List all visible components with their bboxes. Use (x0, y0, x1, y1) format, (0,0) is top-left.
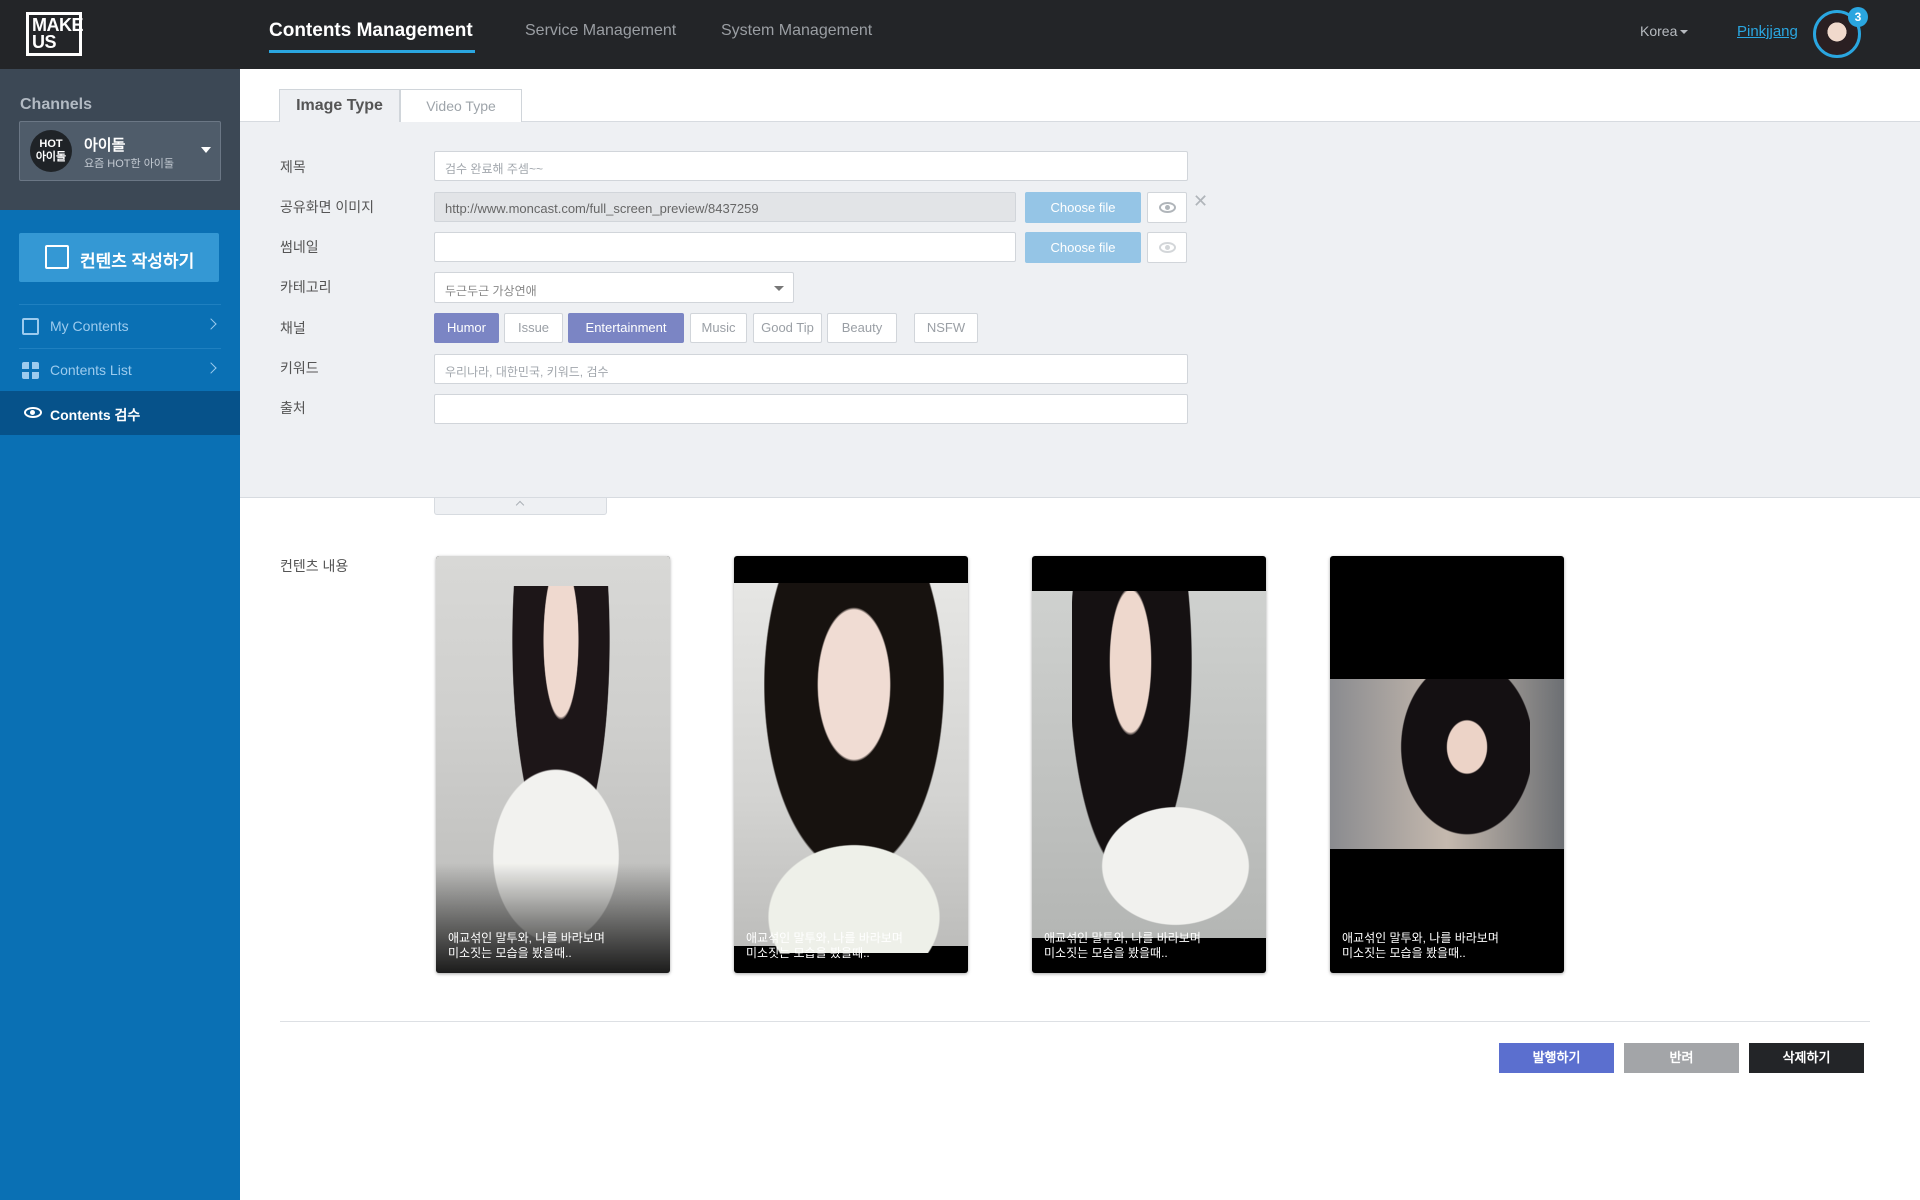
card-photo (1330, 679, 1564, 849)
publish-button[interactable]: 발행하기 (1499, 1043, 1614, 1073)
close-icon[interactable]: ✕ (1193, 192, 1209, 210)
thumbnail-label: 썸네일 (280, 239, 319, 255)
keyword-label: 키워드 (280, 360, 319, 376)
type-tabs-bar: Image Type Video Type (240, 69, 1920, 123)
channel-dropdown[interactable]: HOT 아이돌 아이돌 요즘 HOT한 아이돌 (19, 121, 221, 181)
chip-beauty[interactable]: Beauty (827, 313, 897, 343)
title-label: 제목 (280, 159, 306, 175)
chip-music[interactable]: Music (690, 313, 747, 343)
card-photo (1032, 591, 1266, 941)
delete-button[interactable]: 삭제하기 (1749, 1043, 1864, 1073)
choose-thumbnail-button[interactable]: Choose file (1025, 232, 1141, 263)
chevron-right-icon (205, 362, 217, 374)
share-image-url-field[interactable]: http://www.moncast.com/full_screen_previ… (434, 192, 1016, 222)
chevron-down-icon (774, 286, 784, 291)
language-label: Korea (1640, 23, 1678, 39)
share-image-label: 공유화면 이미지 (280, 199, 375, 215)
sidebar-item-label: Contents 검수 (50, 407, 141, 423)
sidebar-item-my-contents[interactable]: My Contents (19, 304, 221, 347)
actions-divider (280, 1021, 1870, 1022)
sidebar-item-contents-review[interactable]: Contents 검수 (0, 391, 240, 435)
grid-icon (22, 362, 39, 379)
keyword-input[interactable]: 우리나라, 대한민국, 키워드, 검수 (434, 354, 1188, 384)
chevron-down-icon (1680, 30, 1689, 35)
chip-good-tip[interactable]: Good Tip (753, 313, 822, 343)
category-value: 두근두근 가상연애 (445, 284, 537, 298)
write-content-button[interactable]: 컨텐츠 작성하기 (19, 233, 219, 282)
eye-icon (1159, 202, 1176, 213)
username-link[interactable]: Pinkjjang (1737, 23, 1798, 40)
thumbnail-preview-button[interactable] (1147, 232, 1187, 263)
channel-label: 채널 (280, 320, 306, 336)
chip-humor[interactable]: Humor (434, 313, 499, 343)
content-body-label: 컨텐츠 내용 (280, 558, 349, 574)
sidebar: Channels HOT 아이돌 아이돌 요즘 HOT한 아이돌 컨텐츠 작성하… (0, 69, 240, 1200)
content-card[interactable]: 애교섞인 말투와, 나를 바라보며 미소짓는 모습을 봤을때.. (1330, 556, 1564, 973)
chip-issue[interactable]: Issue (504, 313, 563, 343)
choose-file-button[interactable]: Choose file (1025, 192, 1141, 223)
nav-system-management[interactable]: System Management (721, 22, 872, 40)
sidebar-item-contents-list[interactable]: Contents List (19, 348, 221, 391)
collapse-form-toggle[interactable] (434, 498, 607, 515)
category-select[interactable]: 두근두근 가상연애 (434, 272, 794, 303)
source-label: 출처 (280, 400, 306, 416)
source-input[interactable] (434, 394, 1188, 424)
top-navigation-bar: MAKE US Contents Management Service Mana… (0, 0, 1920, 69)
tab-image-type[interactable]: Image Type (279, 89, 400, 123)
channel-subtitle: 요즘 HOT한 아이돌 (84, 158, 175, 170)
thumbnail-input[interactable] (434, 232, 1016, 262)
language-selector[interactable]: Korea (1640, 23, 1689, 39)
notification-badge[interactable]: 3 (1848, 7, 1868, 27)
content-card[interactable]: 애교섞인 말투와, 나를 바라보며 미소짓는 모습을 봤을때.. (734, 556, 968, 973)
channels-title: Channels (20, 96, 93, 113)
nav-active-underline (269, 50, 475, 53)
tab-video-type[interactable]: Video Type (400, 89, 522, 123)
edit-icon (45, 245, 69, 269)
card-caption: 애교섞인 말투와, 나를 바라보며 미소짓는 모습을 봤을때.. (1044, 931, 1201, 960)
edit-icon (22, 318, 39, 335)
channel-badge-line1: HOT (39, 138, 63, 150)
channel-badge: HOT 아이돌 (30, 130, 72, 172)
card-photo (734, 583, 968, 953)
preview-button[interactable] (1147, 192, 1187, 223)
title-input[interactable]: 검수 완료해 주셈~~ (434, 151, 1188, 181)
reject-button[interactable]: 반려 (1624, 1043, 1739, 1073)
chevron-up-icon (515, 500, 525, 510)
card-caption: 애교섞인 말투와, 나를 바라보며 미소짓는 모습을 봤을때.. (1342, 931, 1499, 960)
chevron-right-icon (205, 318, 217, 330)
sidebar-item-label: Contents List (50, 362, 132, 378)
sidebar-item-label: My Contents (50, 318, 129, 334)
channel-name: 아이돌 (84, 137, 126, 154)
nav-contents-management[interactable]: Contents Management (269, 20, 473, 42)
card-caption: 애교섞인 말투와, 나를 바라보며 미소짓는 모습을 봤을때.. (448, 931, 605, 960)
logo-frame (26, 12, 82, 56)
chip-entertainment[interactable]: Entertainment (568, 313, 684, 343)
content-card[interactable]: 애교섞인 말투와, 나를 바라보며 미소짓는 모습을 봤을때.. (436, 556, 670, 973)
chip-nsfw[interactable]: NSFW (914, 313, 978, 343)
content-form: 제목 검수 완료해 주셈~~ 공유화면 이미지 http://www.monca… (240, 122, 1920, 498)
caret-down-icon (201, 147, 211, 153)
card-caption: 애교섞인 말투와, 나를 바라보며 미소짓는 모습을 봤을때.. (746, 931, 903, 960)
eye-icon (1159, 242, 1176, 253)
eye-icon (24, 407, 42, 418)
channels-panel: Channels HOT 아이돌 아이돌 요즘 HOT한 아이돌 (0, 69, 240, 210)
write-content-label: 컨텐츠 작성하기 (80, 252, 195, 271)
category-label: 카테고리 (280, 279, 332, 295)
content-card[interactable]: 애교섞인 말투와, 나를 바라보며 미소짓는 모습을 봤을때.. (1032, 556, 1266, 973)
channel-badge-line2: 아이돌 (35, 151, 67, 163)
nav-service-management[interactable]: Service Management (525, 22, 676, 40)
